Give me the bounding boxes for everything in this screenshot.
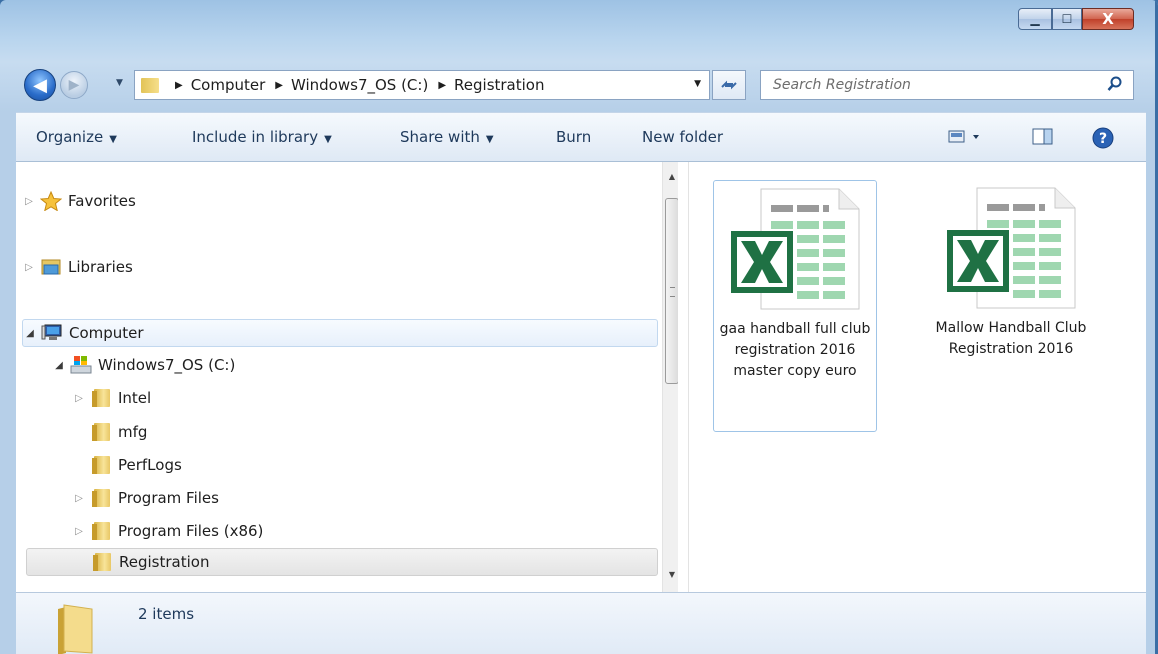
address-bar[interactable]: ▶ Computer ▶ Windows7_OS (C:) ▶ Registrati… (134, 70, 710, 100)
navigation-row: ◀ ▶ ▼ ▶ Computer ▶ Windows7_OS (C:) ▶ Regi… (16, 62, 1146, 108)
expand-arrow-icon[interactable]: ▷ (22, 262, 36, 273)
tree-item-perflogs[interactable]: PerfLogs (72, 451, 652, 479)
burn-button[interactable]: Burn (556, 128, 591, 146)
tree-label: Favorites (68, 192, 136, 210)
tree-item-favorites[interactable]: ▷ Favorites (22, 187, 652, 215)
help-icon: ? (1092, 127, 1114, 149)
minimize-button[interactable]: ▁ (1018, 8, 1052, 30)
tree-label: Registration (119, 553, 210, 571)
scroll-up-arrow-icon[interactable]: ▲ (663, 168, 678, 186)
tree-label: Program Files (x86) (118, 522, 264, 540)
tree-item-registration[interactable]: Registration (26, 548, 658, 576)
chevron-down-icon: ▼ (324, 134, 332, 145)
collapse-arrow-icon[interactable]: ◢ (52, 360, 66, 371)
maximize-icon: ☐ (1061, 12, 1073, 26)
star-icon (40, 191, 62, 211)
folder-icon (90, 422, 112, 442)
expand-arrow-icon[interactable]: ▷ (72, 493, 86, 504)
tree-item-program-files[interactable]: ▷ Program Files (72, 484, 652, 512)
expand-arrow-icon[interactable]: ▷ (72, 393, 86, 404)
tree-label: Windows7_OS (C:) (98, 356, 236, 374)
refresh-icon (721, 80, 737, 90)
view-icon (948, 130, 979, 143)
preview-pane-button[interactable] (1032, 127, 1054, 151)
explorer-window: ▁ ☐ X ◀ ▶ ▼ ▶ Computer ▶ Windows7_OS (C:)… (0, 0, 1158, 654)
svg-text:?: ? (1099, 131, 1107, 147)
tree-label: Intel (118, 389, 152, 407)
tree-item-mfg[interactable]: mfg (72, 418, 652, 446)
back-button[interactable]: ◀ (24, 69, 56, 101)
breadcrumb-drive[interactable]: Windows7_OS (C:) ▶ (291, 76, 454, 94)
share-with-button[interactable]: Share with ▼ (400, 128, 494, 146)
folder-icon (90, 455, 112, 475)
breadcrumb-computer[interactable]: Computer ▶ (191, 76, 291, 94)
close-icon: X (1102, 10, 1114, 28)
new-folder-button[interactable]: New folder (642, 128, 723, 146)
search-box[interactable] (760, 70, 1134, 100)
item-count: 2 items (138, 605, 195, 623)
folder-icon (90, 488, 112, 508)
excel-file-icon (731, 188, 860, 310)
back-arrow-icon: ◀ (33, 74, 47, 96)
close-button[interactable]: X (1082, 8, 1134, 30)
folder-icon (91, 552, 113, 572)
change-view-button[interactable] (948, 127, 988, 151)
recent-pages-dropdown[interactable]: ▼ (116, 78, 123, 88)
file-name: Mallow Handball Club Registration 2016 (935, 320, 1087, 357)
navigation-pane: ▷ Favorites ▷ Libraries ◢ Computer ◢ Win… (16, 162, 678, 592)
preview-pane-icon (1032, 128, 1053, 145)
search-input[interactable] (771, 76, 1095, 94)
folder-icon (58, 604, 93, 654)
caption-buttons: ▁ ☐ X (1018, 8, 1134, 32)
breadcrumb-root-arrow[interactable]: ▶ (171, 80, 191, 91)
organize-button[interactable]: Organize ▼ (36, 128, 117, 146)
refresh-button[interactable] (712, 70, 746, 100)
command-bar: Organize ▼ Include in library ▼ Share with… (16, 112, 1146, 162)
include-in-library-button[interactable]: Include in library ▼ (192, 128, 332, 146)
collapse-arrow-icon[interactable]: ◢ (23, 328, 37, 339)
address-dropdown-icon[interactable]: ▼ (694, 79, 701, 89)
computer-icon (41, 324, 62, 340)
tree-label: Libraries (68, 258, 133, 276)
content-area: ▷ Favorites ▷ Libraries ◢ Computer ◢ Win… (16, 162, 1146, 592)
breadcrumb-registration[interactable]: Registration (454, 76, 544, 94)
tree-item-drive[interactable]: ◢ Windows7_OS (C:) (52, 351, 652, 379)
expand-arrow-icon[interactable]: ▷ (72, 526, 86, 537)
file-name: gaa handball full club registration 2016… (719, 321, 871, 379)
status-bar: 2 items (16, 592, 1146, 654)
file-item[interactable]: gaa handball full club registration 2016… (713, 180, 877, 432)
minimize-icon: ▁ (1030, 12, 1040, 26)
chevron-down-icon: ▼ (109, 134, 117, 145)
help-button[interactable]: ? (1092, 127, 1114, 153)
scroll-down-arrow-icon[interactable]: ▼ (663, 566, 678, 584)
tree-label: Computer (69, 324, 144, 342)
file-item[interactable]: Mallow Handball Club Registration 2016 (929, 180, 1093, 432)
tree-item-computer[interactable]: ◢ Computer (22, 319, 658, 347)
forward-button[interactable]: ▶ (60, 71, 88, 99)
tree-label: Program Files (118, 489, 219, 507)
tree-item-intel[interactable]: ▷ Intel (72, 384, 652, 412)
folder-icon (141, 76, 163, 94)
tree-label: mfg (118, 423, 148, 441)
search-icon[interactable] (1107, 76, 1123, 92)
excel-file-icon (947, 187, 1076, 309)
forward-arrow-icon: ▶ (68, 77, 80, 93)
folder-icon (90, 388, 112, 408)
scrollbar-thumb[interactable] (665, 198, 678, 384)
expand-arrow-icon[interactable]: ▷ (22, 196, 36, 207)
windows-drive-icon (70, 356, 92, 374)
chevron-down-icon: ▼ (485, 134, 494, 145)
tree-item-program-files-x86[interactable]: ▷ Program Files (x86) (72, 517, 652, 545)
tree-item-libraries[interactable]: ▷ Libraries (22, 253, 652, 281)
maximize-button[interactable]: ☐ (1052, 8, 1082, 30)
folder-icon (90, 521, 112, 541)
navigation-scrollbar[interactable]: ▲ ▼ (662, 162, 678, 592)
file-list-pane: gaa handball full club registration 2016… (688, 162, 1147, 592)
tree-label: PerfLogs (118, 456, 182, 474)
libraries-icon (41, 259, 61, 275)
